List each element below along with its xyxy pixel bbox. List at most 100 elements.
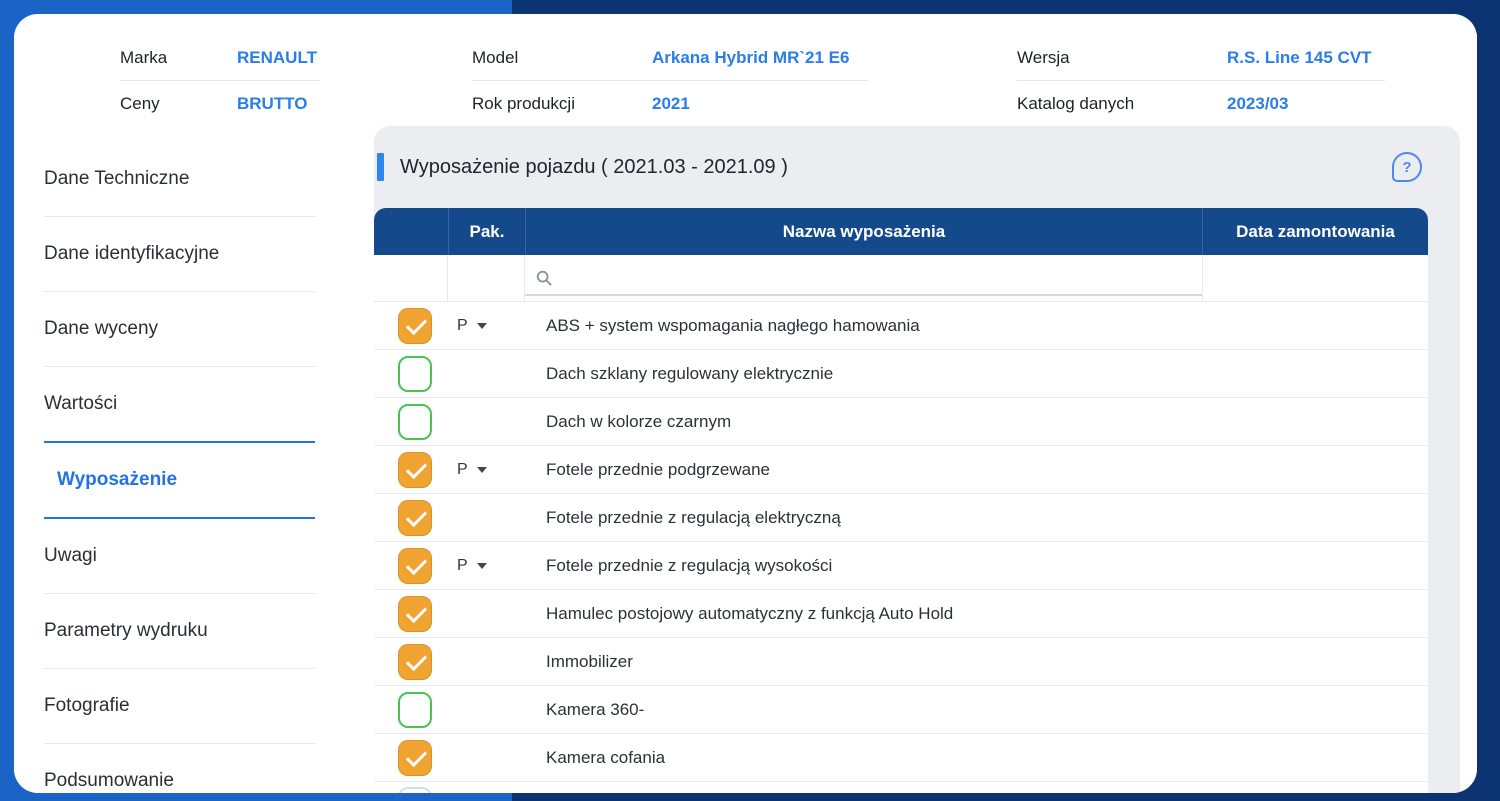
sidebar-item-label: Dane identyfikacyjne	[44, 243, 219, 265]
sidebar-item-fotografie[interactable]: Fotografie	[14, 669, 374, 743]
equipment-checkbox[interactable]	[398, 644, 432, 680]
wersja-label: Wersja	[1017, 48, 1227, 68]
equipment-checkbox[interactable]	[398, 692, 432, 728]
date-cell	[1202, 494, 1428, 541]
vehicle-field-group-model: Model Arkana Hybrid MR`21 E6 Rok produkc…	[472, 36, 868, 126]
sidebar-item-label: Dane wyceny	[44, 318, 158, 340]
pak-dropdown[interactable]: P	[457, 557, 487, 575]
sidebar-item-dane-wyceny[interactable]: Dane wyceny	[14, 292, 374, 366]
field-row: Wersja R.S. Line 145 CVT	[1017, 36, 1385, 81]
chevron-down-icon	[477, 467, 487, 473]
checkbox-cell	[374, 734, 448, 781]
equipment-checkbox[interactable]	[398, 404, 432, 440]
equipment-checkbox[interactable]	[398, 548, 432, 584]
sidebar-item-dane-identyfikacyjne[interactable]: Dane identyfikacyjne	[14, 217, 374, 291]
partial-table-row	[374, 782, 1428, 793]
pak-cell: P	[448, 446, 525, 493]
equipment-checkbox[interactable]	[398, 452, 432, 488]
pak-label: P	[457, 317, 468, 335]
date-cell	[1202, 446, 1428, 493]
equipment-name: Fotele przednie z regulacją wysokości	[546, 556, 832, 576]
page-title: Wyposażenie pojazdu ( 2021.03 - 2021.09 …	[400, 156, 788, 179]
pak-cell	[448, 494, 525, 541]
filter-cell-nazwa	[525, 255, 1202, 301]
equipment-checkbox[interactable]	[398, 740, 432, 776]
sidebar-item-dane-techniczne[interactable]: Dane Techniczne	[14, 142, 374, 216]
chevron-down-icon	[477, 563, 487, 569]
equipment-name: Immobilizer	[546, 652, 633, 672]
equipment-checkbox[interactable]	[398, 596, 432, 632]
search-underline	[525, 294, 1202, 296]
pak-label: P	[457, 557, 468, 575]
katalog-danych-label: Katalog danych	[1017, 94, 1227, 114]
equipment-name-cell: Kamera cofania	[525, 734, 1202, 781]
date-cell	[1202, 302, 1428, 349]
model-value[interactable]: Arkana Hybrid MR`21 E6	[652, 48, 849, 68]
sidebar: Dane Techniczne Dane identyfikacyjne Dan…	[14, 126, 374, 793]
equipment-search-input[interactable]	[553, 263, 1153, 293]
checkbox-cell	[374, 494, 448, 541]
sidebar-item-label: Fotografie	[44, 695, 130, 717]
column-header-pak: Pak.	[448, 208, 525, 255]
equipment-name-cell: Dach szklany regulowany elektrycznie	[525, 350, 1202, 397]
pak-cell	[448, 590, 525, 637]
table-body: P ABS + system wspomagania nagłego hamow…	[374, 302, 1428, 793]
ceny-label: Ceny	[120, 94, 237, 114]
equipment-checkbox[interactable]	[398, 308, 432, 344]
table-row: P Fotele przednie podgrzewane	[374, 446, 1428, 494]
sidebar-item-podsumowanie[interactable]: Podsumowanie	[14, 744, 374, 793]
sidebar-item-label: Uwagi	[44, 545, 97, 567]
wersja-value[interactable]: R.S. Line 145 CVT	[1227, 48, 1372, 68]
checkbox-cell	[374, 446, 448, 493]
equipment-table: Pak. Nazwa wyposażenia Data zamontowania	[374, 208, 1428, 793]
title-accent-bar	[377, 153, 384, 181]
equipment-name-cell: Fotele przednie podgrzewane	[525, 446, 1202, 493]
table-row: P Fotele przednie z regulacją wysokości	[374, 542, 1428, 590]
sidebar-item-label: Dane Techniczne	[44, 168, 189, 190]
filter-cell-checkbox	[374, 255, 448, 301]
date-cell	[1202, 638, 1428, 685]
ceny-value[interactable]: BRUTTO	[237, 94, 308, 114]
sidebar-item-label: Parametry wydruku	[44, 620, 208, 642]
field-row: Model Arkana Hybrid MR`21 E6	[472, 36, 868, 81]
checkbox-cell	[374, 350, 448, 397]
pak-cell	[448, 686, 525, 733]
pak-dropdown[interactable]: P	[457, 317, 487, 335]
table-row: Kamera cofania	[374, 734, 1428, 782]
filter-row	[374, 255, 1428, 302]
date-cell	[1202, 542, 1428, 589]
help-icon[interactable]: ?	[1392, 152, 1422, 182]
equipment-checkbox[interactable]	[398, 500, 432, 536]
filter-cell-pak	[448, 255, 525, 301]
date-cell	[1202, 734, 1428, 781]
sidebar-item-wyposazenie[interactable]: Wyposażenie	[14, 443, 374, 517]
marka-label: Marka	[120, 48, 237, 68]
pak-cell	[448, 398, 525, 445]
katalog-danych-value[interactable]: 2023/03	[1227, 94, 1288, 114]
sidebar-item-label: Wyposażenie	[44, 469, 177, 491]
sidebar-item-parametry-wydruku[interactable]: Parametry wydruku	[14, 594, 374, 668]
equipment-name: Fotele przednie z regulacją elektryczną	[546, 508, 841, 528]
filter-cell-date	[1202, 255, 1428, 301]
vehicle-field-group-wersja: Wersja R.S. Line 145 CVT Katalog danych …	[1017, 36, 1385, 126]
checkbox-cell	[374, 686, 448, 733]
partial-equipment-checkbox	[398, 787, 432, 793]
pak-cell: P	[448, 542, 525, 589]
checkbox-cell	[374, 638, 448, 685]
main-card: Marka RENAULT Ceny BRUTTO Model Arkana H…	[14, 14, 1477, 793]
field-row: Marka RENAULT	[120, 36, 320, 81]
table-row: P ABS + system wspomagania nagłego hamow…	[374, 302, 1428, 350]
equipment-checkbox[interactable]	[398, 356, 432, 392]
date-cell	[1202, 590, 1428, 637]
equipment-name-cell: ABS + system wspomagania nagłego hamowan…	[525, 302, 1202, 349]
pak-cell	[448, 350, 525, 397]
sidebar-item-wartosci[interactable]: Wartości	[14, 367, 374, 441]
equipment-name-cell: Immobilizer	[525, 638, 1202, 685]
field-row: Ceny BRUTTO	[120, 81, 320, 126]
vehicle-header: Marka RENAULT Ceny BRUTTO Model Arkana H…	[14, 14, 1477, 126]
pak-dropdown[interactable]: P	[457, 461, 487, 479]
sidebar-item-uwagi[interactable]: Uwagi	[14, 519, 374, 593]
rok-produkcji-value[interactable]: 2021	[652, 94, 690, 114]
marka-value[interactable]: RENAULT	[237, 48, 317, 68]
sidebar-item-label: Podsumowanie	[44, 770, 174, 792]
